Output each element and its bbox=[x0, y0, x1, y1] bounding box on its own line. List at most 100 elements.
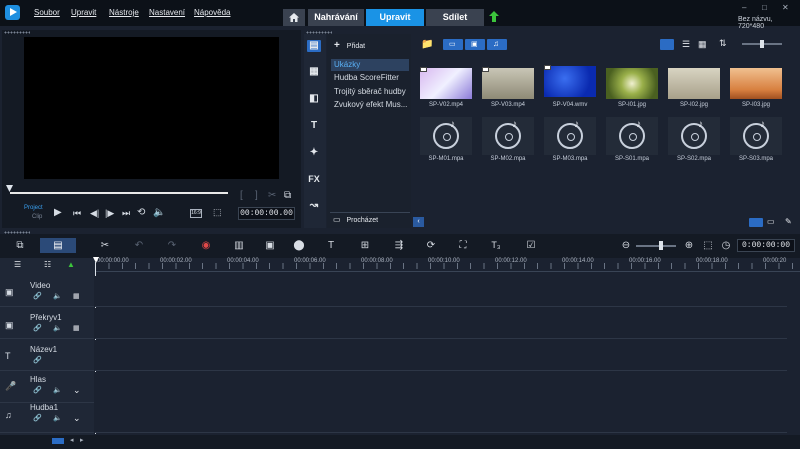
timeline-timecode[interactable]: 0:00:00:00 bbox=[737, 239, 795, 252]
enlarge-icon[interactable]: ⧉ bbox=[284, 190, 291, 201]
details-view-icon[interactable]: ☰ bbox=[682, 39, 690, 50]
title-icon[interactable]: T bbox=[307, 120, 321, 132]
ripple-icon[interactable]: ▦ bbox=[73, 324, 80, 332]
media-thumbnail[interactable] bbox=[668, 68, 720, 99]
audio-thumbnail[interactable]: ♪ bbox=[420, 117, 472, 155]
pan-zoom-icon[interactable]: ⛶ bbox=[456, 239, 470, 252]
next-frame-icon[interactable]: |▶ bbox=[105, 208, 114, 219]
link-icon[interactable]: 🔗 bbox=[33, 356, 42, 364]
media-thumbnail[interactable] bbox=[482, 68, 534, 99]
time-remapping-icon[interactable]: ⇶ bbox=[392, 239, 406, 252]
instant-project-icon[interactable]: ▦ bbox=[307, 66, 321, 78]
media-thumbnail[interactable] bbox=[544, 66, 596, 97]
link-icon[interactable]: 🔗 bbox=[33, 292, 42, 300]
menu-edit[interactable]: Upravit bbox=[71, 8, 96, 17]
prev-frame-icon[interactable]: ◀| bbox=[90, 208, 99, 219]
repeat-icon[interactable]: ⟲ bbox=[137, 207, 145, 218]
mode-project[interactable]: Project bbox=[24, 205, 43, 211]
multicam-icon[interactable]: ⊞ bbox=[358, 239, 372, 252]
subtitle-editor-icon[interactable]: T bbox=[324, 239, 338, 252]
sound-mixer-icon[interactable]: ▥ bbox=[232, 239, 246, 252]
audio-thumbnail[interactable]: ♪ bbox=[482, 117, 534, 155]
scroll-button[interactable] bbox=[52, 438, 64, 444]
tab-share[interactable]: Sdílet bbox=[426, 9, 484, 26]
chevron-down-icon[interactable]: ⌄ bbox=[73, 385, 81, 396]
audio-thumbnail[interactable]: ♪ bbox=[606, 117, 658, 155]
collapse-folders-button[interactable]: ‹ bbox=[413, 217, 424, 227]
folder-item[interactable]: Hudba ScoreFitter bbox=[331, 72, 409, 84]
close-button[interactable]: ✕ bbox=[782, 3, 789, 12]
undo-icon[interactable]: ↶ bbox=[132, 239, 146, 252]
zoom-out-icon[interactable]: ⊖ bbox=[619, 239, 633, 252]
ripple-icon[interactable]: ▦ bbox=[73, 292, 80, 300]
storyboard-view-icon[interactable]: ▭ bbox=[767, 217, 775, 226]
mark-out-icon[interactable]: ] bbox=[255, 190, 258, 201]
track-lane-overlay[interactable] bbox=[95, 308, 787, 339]
folder-item[interactable]: Ukázky bbox=[331, 59, 409, 71]
track-manager-icon[interactable]: ☰ bbox=[14, 260, 21, 269]
auto-music-icon[interactable]: ▣ bbox=[263, 239, 277, 252]
link-icon[interactable]: 🔗 bbox=[33, 414, 42, 422]
motion-tracking-icon[interactable]: ⬤ bbox=[292, 239, 306, 252]
layout-view-button[interactable] bbox=[749, 218, 763, 227]
mask-creator-icon[interactable]: ⟳ bbox=[424, 239, 438, 252]
audio-thumbnail[interactable]: ♪ bbox=[730, 117, 782, 155]
filter-fx-icon[interactable]: FX bbox=[307, 173, 321, 185]
link-icon[interactable]: 🔗 bbox=[33, 386, 42, 394]
minimize-button[interactable]: – bbox=[742, 3, 746, 12]
aspect-ratio-button[interactable]: 16:9 bbox=[190, 209, 202, 218]
tab-edit[interactable]: Upravit bbox=[366, 9, 424, 26]
sort-icon[interactable]: ⇅ bbox=[719, 38, 727, 49]
maximize-button[interactable]: □ bbox=[762, 3, 767, 12]
zoom-slider[interactable] bbox=[636, 245, 676, 247]
thumbnail-view-icon[interactable]: ▦ bbox=[698, 39, 707, 50]
tab-capture[interactable]: Nahrávání bbox=[308, 9, 364, 26]
link-icon[interactable]: 🔗 bbox=[33, 324, 42, 332]
menu-help[interactable]: Nápověda bbox=[194, 8, 230, 17]
path-icon[interactable]: ↝ bbox=[307, 200, 321, 212]
mute-icon[interactable]: 🔈 bbox=[53, 414, 62, 422]
player-timecode[interactable]: 00:00:00.00 bbox=[238, 207, 295, 220]
track-lane-video[interactable] bbox=[95, 276, 787, 307]
upload-icon[interactable] bbox=[489, 11, 499, 22]
redo-icon[interactable]: ↷ bbox=[165, 239, 179, 252]
media-thumbnail[interactable] bbox=[606, 68, 658, 99]
media-thumbnail[interactable] bbox=[420, 68, 472, 99]
scissors-icon[interactable]: ✂ bbox=[268, 190, 276, 201]
panel-grip[interactable] bbox=[4, 31, 30, 34]
fit-project-icon[interactable]: ⬚ bbox=[701, 239, 715, 252]
chapter-icon[interactable]: ☷ bbox=[44, 260, 51, 269]
add-folder-button[interactable]: + Přidat bbox=[334, 40, 365, 51]
chevron-down-icon[interactable]: ⌄ bbox=[73, 413, 81, 424]
tools-icon[interactable]: ✂ bbox=[98, 239, 112, 252]
home-start-icon[interactable]: ⏮ bbox=[73, 208, 81, 219]
track-lane-title[interactable] bbox=[95, 340, 787, 371]
volume-icon[interactable]: 🔈 bbox=[153, 207, 165, 218]
scroll-right-icon[interactable]: ▸ bbox=[80, 436, 84, 444]
mark-in-icon[interactable]: [ bbox=[240, 190, 243, 201]
mute-icon[interactable]: 🔈 bbox=[53, 386, 62, 394]
menu-tools[interactable]: Nástroje bbox=[109, 8, 139, 17]
track-lane-voice[interactable] bbox=[95, 372, 787, 403]
play-icon[interactable]: ▶ bbox=[54, 207, 62, 218]
storyboard-view-button[interactable]: ⧉ bbox=[13, 239, 27, 252]
audio-thumbnail[interactable]: ♪ bbox=[544, 117, 596, 155]
open-folder-icon[interactable]: 📁 bbox=[421, 39, 433, 50]
scroll-left-icon[interactable]: ◂ bbox=[70, 436, 74, 444]
change-size-icon[interactable]: ⬚ bbox=[213, 207, 222, 218]
track-lane-music[interactable] bbox=[95, 402, 787, 433]
menu-settings[interactable]: Nastavení bbox=[149, 8, 185, 17]
zoom-in-icon[interactable]: ⊕ bbox=[682, 239, 696, 252]
3d-title-icon[interactable]: T₃ bbox=[489, 239, 503, 252]
folder-item[interactable]: Zvukový efekt Mus... bbox=[331, 99, 409, 111]
scrub-bar[interactable] bbox=[10, 192, 228, 194]
browse-button[interactable]: ▭ Procházet bbox=[333, 215, 378, 224]
ripple-edit-icon[interactable]: ▲ bbox=[67, 260, 75, 269]
zoom-handle[interactable] bbox=[659, 241, 663, 250]
split-screen-icon[interactable]: ☑ bbox=[524, 239, 538, 252]
media-icon[interactable]: ▤ bbox=[307, 40, 321, 52]
transition-icon[interactable]: ◧ bbox=[307, 93, 321, 105]
mute-icon[interactable]: 🔈 bbox=[53, 324, 62, 332]
folder-item[interactable]: Trojitý sběrač hudby bbox=[331, 86, 409, 98]
list-view-button[interactable] bbox=[660, 39, 674, 50]
